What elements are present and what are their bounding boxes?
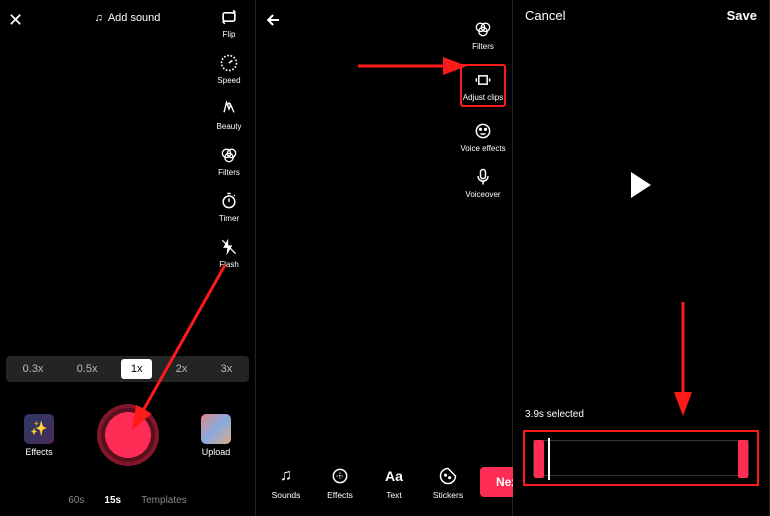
add-sound-label: Add sound — [108, 12, 161, 24]
voiceover-icon — [472, 166, 494, 188]
speed-label: Speed — [217, 76, 240, 85]
sounds-icon: ♫ — [275, 465, 297, 487]
effects-icon-2 — [329, 465, 351, 487]
speed-1x[interactable]: 1x — [121, 359, 153, 379]
timer-icon — [218, 190, 240, 212]
flash-tool[interactable]: Flash — [218, 236, 240, 269]
beauty-tool[interactable]: Beauty — [217, 98, 242, 131]
voiceover-label: Voiceover — [465, 190, 500, 199]
upload-label: Upload — [202, 447, 231, 457]
mode-15s[interactable]: 15s — [104, 495, 121, 506]
play-icon — [631, 172, 651, 198]
music-note-icon: ♫ — [95, 12, 103, 24]
flip-tool[interactable]: Flip — [218, 6, 240, 39]
speed-0-3x[interactable]: 0.3x — [13, 359, 54, 379]
voice-effects-tool[interactable]: Voice effects — [460, 120, 505, 153]
filters-tool[interactable]: Filters — [218, 144, 240, 177]
save-button[interactable]: Save — [727, 8, 757, 23]
text-label: Text — [386, 490, 402, 500]
speed-0-5x[interactable]: 0.5x — [67, 359, 108, 379]
mode-60s[interactable]: 60s — [68, 495, 84, 506]
voice-effects-label: Voice effects — [460, 144, 505, 153]
trim-handle-right[interactable] — [738, 440, 748, 478]
speed-2x[interactable]: 2x — [166, 359, 198, 379]
playhead[interactable] — [548, 438, 550, 480]
edit-side-toolbar: Filters Adjust clips Voice effects Voice… — [458, 18, 508, 199]
effects-label-2: Effects — [327, 490, 353, 500]
back-button[interactable] — [264, 10, 284, 35]
text-tool[interactable]: Aa Text — [372, 465, 416, 500]
speed-3x[interactable]: 3x — [211, 359, 243, 379]
adjust-clips-screen: Cancel Save 3.9s selected — [513, 0, 770, 516]
mode-templates[interactable]: Templates — [141, 495, 187, 506]
stickers-label: Stickers — [433, 490, 463, 500]
effects-tool-2[interactable]: Effects — [318, 465, 362, 500]
clip-timeline[interactable] — [533, 440, 749, 476]
beauty-icon — [218, 98, 240, 120]
flip-icon — [218, 6, 240, 28]
sounds-tool[interactable]: ♫ Sounds — [264, 465, 308, 500]
edit-screen: Filters Adjust clips Voice effects Voice… — [256, 0, 513, 516]
stickers-icon — [437, 465, 459, 487]
flip-label: Flip — [223, 30, 236, 39]
record-screen: ✕ ♫ Add sound Flip Speed Beauty — [0, 0, 256, 516]
speed-tool[interactable]: Speed — [217, 52, 240, 85]
effects-label: Effects — [25, 447, 52, 457]
upload-icon — [201, 414, 231, 444]
bottom-toolbar: ♫ Sounds Effects Aa Text Stickers Next — [256, 456, 512, 508]
text-icon: Aa — [383, 465, 405, 487]
play-button[interactable] — [631, 172, 651, 198]
effects-icon: ✨ — [24, 414, 54, 444]
add-sound-button[interactable]: ♫ Add sound — [95, 12, 161, 24]
filters-icon-2 — [472, 18, 494, 40]
filters-tool-2[interactable]: Filters — [472, 18, 494, 51]
record-button[interactable] — [97, 404, 159, 466]
adjust-clips-tool[interactable]: Adjust clips — [460, 64, 506, 107]
annotation-arrow-timeline — [663, 300, 703, 420]
side-toolbar: Flip Speed Beauty Filters Timer — [209, 6, 249, 269]
sounds-label: Sounds — [272, 490, 301, 500]
top-bar-3: Cancel Save — [513, 8, 769, 23]
close-button[interactable]: ✕ — [8, 10, 23, 31]
speed-selector: 0.3x 0.5x 1x 2x 3x — [6, 356, 249, 382]
trim-handle-left[interactable] — [534, 440, 544, 478]
cancel-button[interactable]: Cancel — [525, 8, 565, 23]
adjust-clips-icon — [472, 69, 494, 91]
stickers-tool[interactable]: Stickers — [426, 465, 470, 500]
speed-icon — [218, 52, 240, 74]
voiceover-tool[interactable]: Voiceover — [465, 166, 500, 199]
flash-label: Flash — [219, 260, 239, 269]
adjust-clips-label: Adjust clips — [463, 93, 503, 102]
upload-button[interactable]: Upload — [201, 414, 231, 457]
record-area: ✨ Effects Upload — [0, 398, 255, 472]
filters-icon — [218, 144, 240, 166]
annotation-highlight-timeline — [523, 430, 759, 486]
filters-label: Filters — [218, 168, 240, 177]
mode-selector: 60s 15s Templates — [0, 495, 255, 506]
timer-tool[interactable]: Timer — [218, 190, 240, 223]
duration-selected-label: 3.9s selected — [525, 409, 584, 420]
flash-icon — [218, 236, 240, 258]
filters-label-2: Filters — [472, 42, 494, 51]
beauty-label: Beauty — [217, 122, 242, 131]
voice-effects-icon — [472, 120, 494, 142]
effects-button[interactable]: ✨ Effects — [24, 414, 54, 457]
timer-label: Timer — [219, 214, 239, 223]
